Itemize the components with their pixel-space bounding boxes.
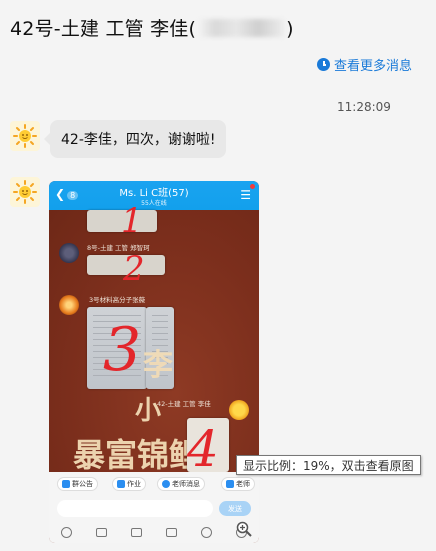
zoom-ratio-tooltip: 显示比例：19%，双击查看原图: [236, 455, 421, 475]
phone-header: ❮ 8 Ms. Li C班(57) 55人在线 ☰: [49, 181, 259, 210]
zoom-magnifier-icon[interactable]: [236, 521, 252, 537]
view-more-messages-link[interactable]: 查看更多消息: [317, 55, 412, 74]
decor-text: 小: [135, 396, 162, 426]
decor-text: 暴富锦鲤: [73, 436, 202, 474]
sender-avatar[interactable]: [10, 177, 40, 207]
phone-send-button: 发送: [219, 501, 251, 516]
phone-chip-homework: 作业: [112, 477, 146, 491]
scribble-number: 3: [103, 315, 142, 385]
view-more-messages-label: 查看更多消息: [334, 59, 413, 74]
phone-group-title: Ms. Li C班(57): [119, 188, 189, 199]
phone-toolbar: 群公告 作业 老师消息 老师: [49, 472, 259, 496]
phone-sender-avatar: [59, 295, 79, 315]
phone-chat-background: 1 8号-土建 工管 郑智珂 2 3号材料高分子张薇 3 李 小 暴富锦鲤 42…: [49, 204, 259, 478]
chat-title: 42号-土建 工管 李佳(): [10, 14, 294, 41]
phone-chip-label: 老师: [236, 480, 250, 488]
megaphone-icon: [62, 480, 70, 488]
scribble-number: 1: [121, 201, 143, 241]
phone-sender-avatar: [229, 400, 249, 420]
message-text: 42-李佳，四次，谢谢啦!: [61, 132, 216, 148]
decor-text: 李: [143, 348, 173, 383]
redacted-id: [198, 19, 285, 37]
phone-text-input: [57, 500, 213, 517]
document-icon: [117, 480, 125, 488]
scribble-number: 2: [123, 249, 145, 289]
phone-sender-avatar: [59, 243, 79, 263]
phone-group-subtitle: 55人在线: [141, 200, 167, 207]
microphone-icon: [61, 527, 72, 538]
chat-icon: [162, 480, 170, 488]
image-icon: [96, 528, 107, 537]
chat-title-bar: 42号-土建 工管 李佳(): [0, 0, 436, 48]
phone-chip-label: 作业: [127, 480, 141, 488]
phone-sender-name: 3号材料高分子张薇: [89, 296, 146, 304]
phone-menu-icon: ☰: [240, 188, 251, 202]
scribble-number: 4: [187, 420, 219, 478]
phone-chip-label: 群公告: [72, 480, 93, 488]
phone-chip-announcement: 群公告: [57, 477, 98, 491]
phone-notification-dot: [250, 184, 255, 189]
phone-input-icons: [49, 522, 259, 543]
sender-avatar[interactable]: [10, 121, 40, 151]
sun-icon: [13, 124, 37, 148]
sun-icon: [13, 180, 37, 204]
phone-chip-label: 老师消息: [172, 480, 200, 488]
chat-title-text: 42号-土建 工管 李佳(: [10, 18, 197, 40]
camera-icon: [131, 528, 142, 537]
phone-sender-name: 42-土建 工管 李佳: [157, 400, 211, 408]
message-timestamp: 11:28:09: [337, 100, 391, 114]
file-icon: [166, 528, 177, 537]
emoji-icon: [201, 527, 212, 538]
phone-chip-teacher-messages: 老师消息: [157, 477, 205, 491]
clock-icon: [317, 58, 330, 71]
user-icon: [226, 480, 234, 488]
message-bubble[interactable]: 42-李佳，四次，谢谢啦!: [44, 120, 226, 158]
image-message[interactable]: ❮ 8 Ms. Li C班(57) 55人在线 ☰ 1 8号-土建 工管 郑智珂 …: [49, 181, 259, 543]
phone-input-row: 发送: [49, 496, 259, 522]
chat-title-close-paren: ): [286, 18, 294, 40]
phone-chip-teacher: 老师: [221, 477, 255, 491]
